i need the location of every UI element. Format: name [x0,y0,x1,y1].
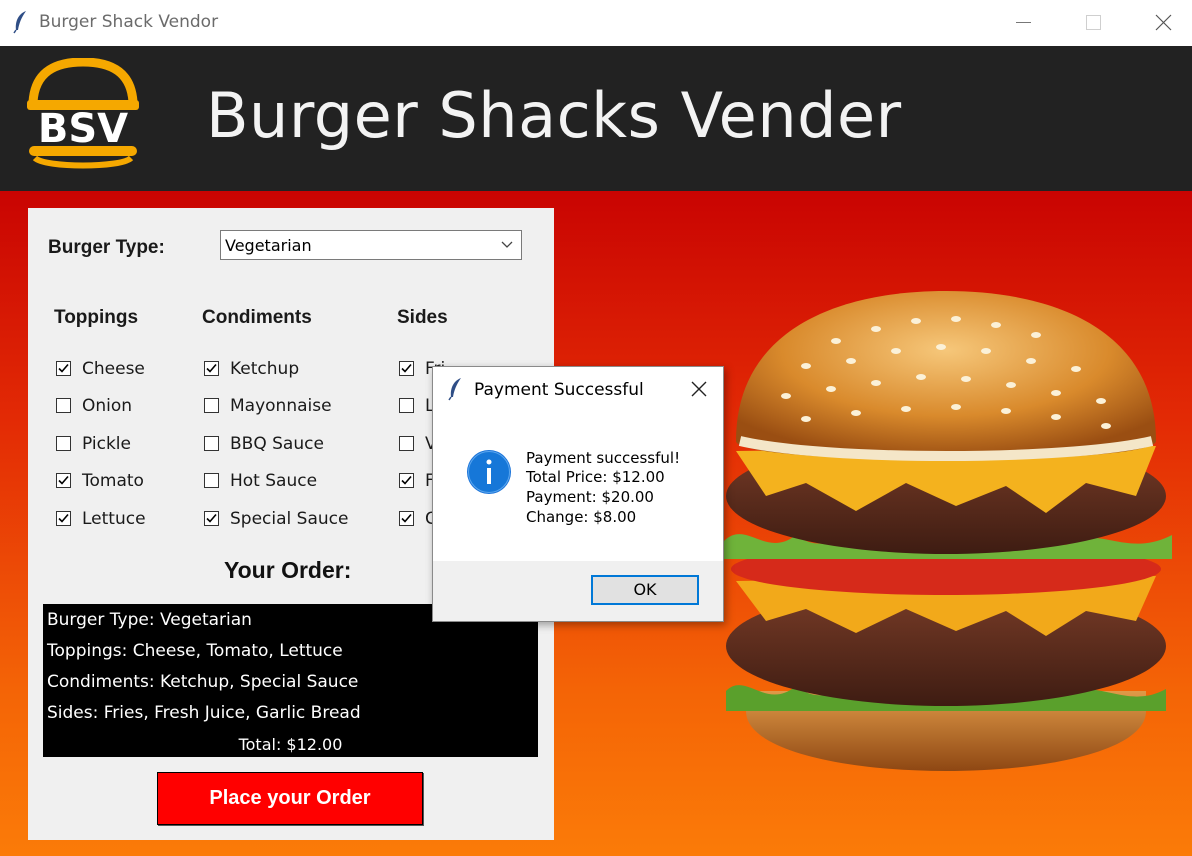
checkmark-icon [401,513,412,523]
app-header: BSV Burger Shacks Vender [0,46,1192,191]
checkbox-label: BBQ Sauce [230,434,324,454]
checkmark-icon [58,475,69,485]
checkbox-label: Lettuce [82,509,146,529]
close-button[interactable] [1128,0,1192,46]
burger-type-select[interactable]: Vegetarian [220,230,522,260]
burger-image [724,291,1172,771]
checkbox[interactable] [204,361,219,376]
checkmark-icon [206,513,217,523]
toppings-heading: Toppings [54,307,139,328]
feather-icon [448,378,461,401]
close-icon [1155,14,1172,31]
dialog-message-line: Total Price: $12.00 [526,468,665,486]
checkbox[interactable] [56,511,71,526]
checkbox[interactable] [399,361,414,376]
checkbox[interactable] [56,436,71,451]
info-icon [467,450,511,494]
checkbox-label: Mayonnaise [230,396,332,416]
sides-heading: Sides [397,307,448,328]
checkbox[interactable] [56,398,71,413]
checkbox-label: Pickle [82,434,131,454]
order-line: Sides: Fries, Fresh Juice, Garlic Bread [47,703,361,723]
checkmark-icon [58,513,69,523]
checkbox-label: Tomato [82,471,144,491]
checkbox[interactable] [399,473,414,488]
order-line: Condiments: Ketchup, Special Sauce [47,672,359,692]
order-line: Burger Type: Vegetarian [47,610,252,630]
maximize-button[interactable] [1058,0,1128,46]
feather-icon [13,11,26,34]
dialog-message-line: Change: $8.00 [526,508,637,526]
app-title: Burger Shacks Vender [206,79,902,152]
ok-label: OK [633,580,657,599]
checkbox-label: Hot Sauce [230,471,318,491]
checkbox-label: Cheese [82,359,145,379]
logo-text: BSV [38,106,128,152]
order-summary: Burger Type: Vegetarian Toppings: Cheese… [43,604,538,757]
order-total: Total: $12.00 [238,735,343,754]
chevron-down-icon [501,241,513,248]
burger-type-label: Burger Type: [48,237,165,258]
checkmark-icon [206,363,217,373]
payment-dialog: Payment Successful Payment successful! T… [432,366,724,622]
checkbox[interactable] [399,436,414,451]
checkbox[interactable] [399,398,414,413]
condiments-heading: Condiments [202,307,312,328]
checkbox[interactable] [204,473,219,488]
checkbox-label: Onion [82,396,133,416]
minimize-button[interactable] [988,0,1058,46]
checkmark-icon [58,363,69,373]
dialog-footer: OK [433,561,723,621]
place-order-label: Place your Order [209,787,371,809]
checkbox[interactable] [56,361,71,376]
checkbox[interactable] [204,398,219,413]
checkmark-icon [401,475,412,485]
dialog-close-button[interactable] [689,379,709,399]
ok-button[interactable]: OK [591,575,699,605]
checkbox-label: Ketchup [230,359,300,379]
checkbox[interactable] [204,511,219,526]
checkbox[interactable] [399,511,414,526]
checkbox[interactable] [56,473,71,488]
order-line: Toppings: Cheese, Tomato, Lettuce [47,641,343,661]
checkbox-label: Special Sauce [230,509,349,529]
window-titlebar: Burger Shack Vendor [0,0,1192,46]
window-title: Burger Shack Vendor [39,12,219,32]
dialog-title: Payment Successful [474,380,644,400]
checkbox[interactable] [204,436,219,451]
checkmark-icon [401,363,412,373]
your-order-heading: Your Order: [224,557,352,583]
bsv-logo: BSV [27,58,139,169]
burger-type-value: Vegetarian [225,236,312,255]
place-order-button[interactable]: Place your Order [157,772,423,825]
dialog-message-line: Payment: $20.00 [526,488,654,506]
dialog-message-line: Payment successful! [526,449,681,467]
